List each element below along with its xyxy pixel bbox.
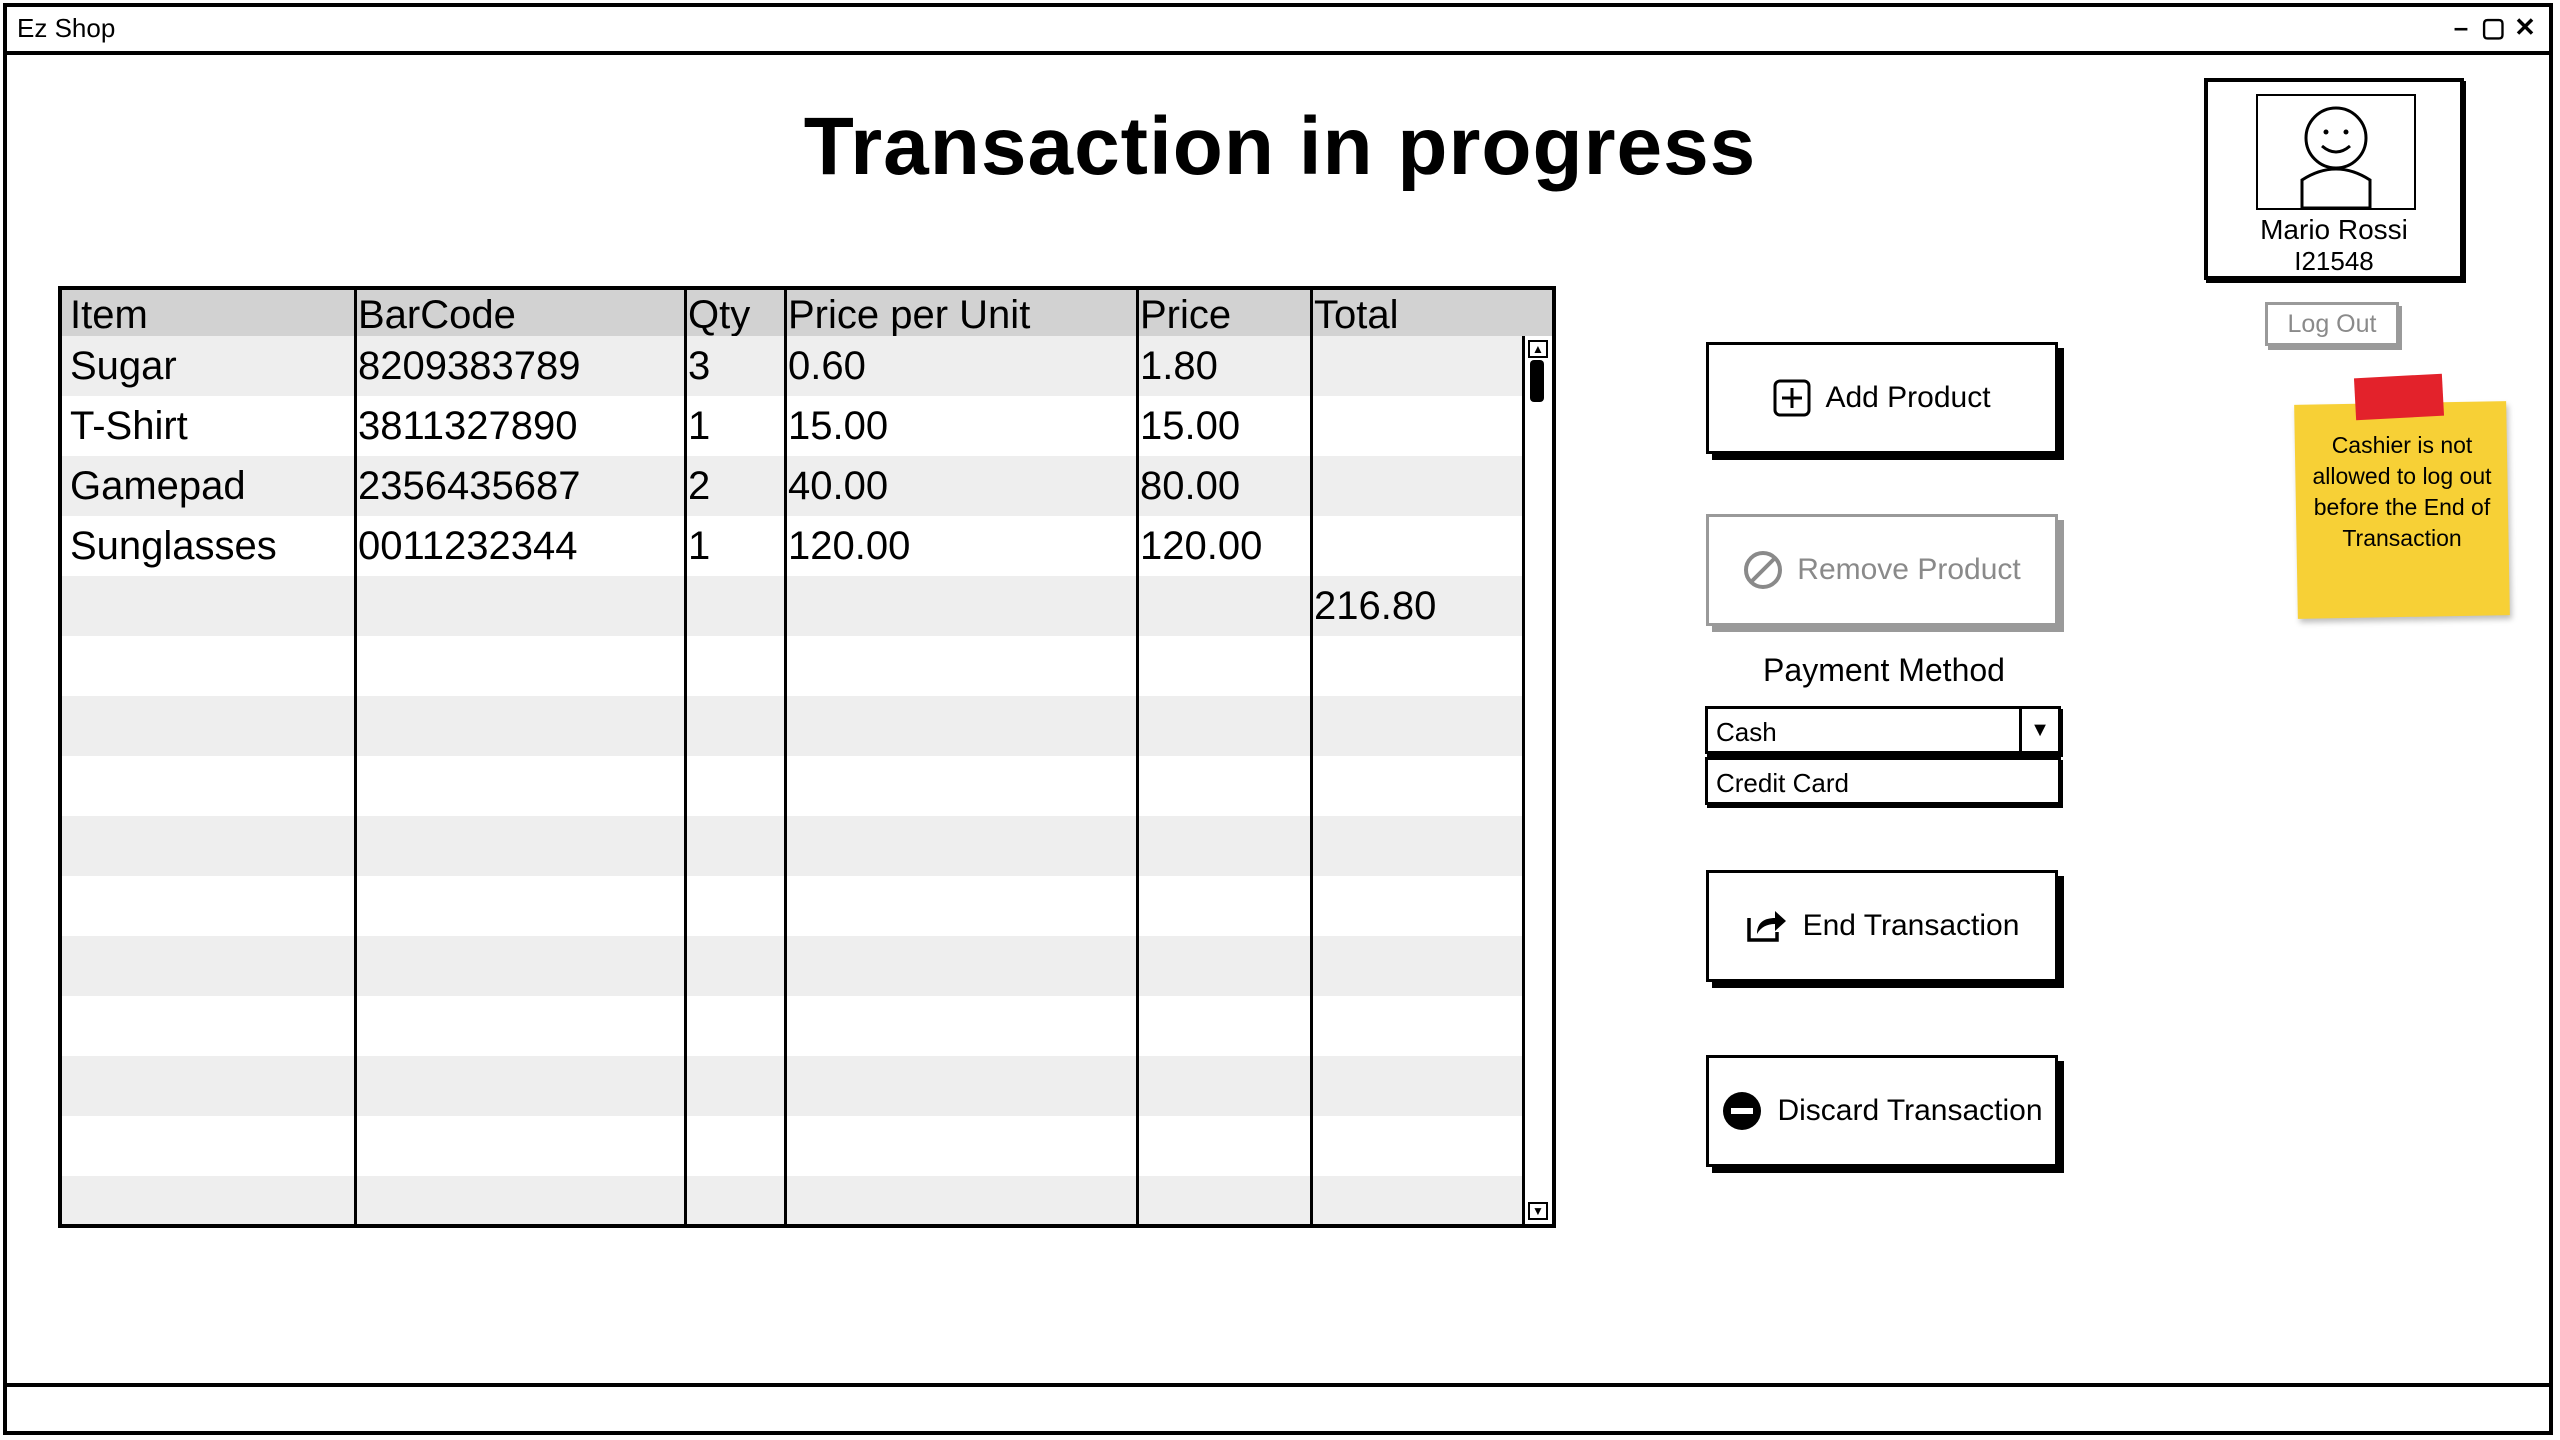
- user-card: Mario Rossi I21548: [2204, 78, 2464, 280]
- cell-unit-price: 120.00: [788, 524, 911, 568]
- log-out-button[interactable]: Log Out: [2265, 302, 2399, 346]
- add-product-button[interactable]: Add Product: [1706, 342, 2058, 454]
- transaction-table: Item BarCode Qty Price per Unit Price To…: [58, 286, 1556, 1228]
- share-arrow-icon: [1745, 906, 1789, 946]
- user-id: I21548: [2294, 246, 2374, 276]
- cell-item: Gamepad: [70, 464, 246, 508]
- table-row-empty[interactable]: [62, 936, 1522, 996]
- end-transaction-button[interactable]: End Transaction: [1706, 870, 2058, 982]
- table-row[interactable]: Gamepad 2356435687 2 40.00 80.00: [62, 456, 1522, 516]
- table-row-empty[interactable]: [62, 1056, 1522, 1116]
- discard-transaction-button[interactable]: Discard Transaction: [1706, 1055, 2058, 1167]
- table-row-empty[interactable]: [62, 636, 1522, 696]
- discard-transaction-label: Discard Transaction: [1777, 1094, 2043, 1127]
- payment-option-label: Credit Card: [1716, 768, 1849, 798]
- user-name: Mario Rossi: [2260, 214, 2408, 245]
- window-title: Ez Shop: [17, 13, 116, 43]
- column-divider: [1136, 290, 1139, 1224]
- close-icon[interactable]: ✕: [2513, 14, 2537, 40]
- table-row-empty[interactable]: [62, 876, 1522, 936]
- scroll-thumb[interactable]: [1530, 360, 1544, 402]
- table-row[interactable]: Sugar 8209383789 3 0.60 1.80: [62, 336, 1522, 396]
- column-header-barcode[interactable]: BarCode: [350, 290, 516, 337]
- add-product-label: Add Product: [1825, 381, 1991, 414]
- column-header-price-per-unit[interactable]: Price per Unit: [780, 290, 1030, 337]
- user-avatar-icon: [2300, 106, 2372, 210]
- cell-price: 1.80: [1140, 344, 1218, 388]
- column-header-total[interactable]: Total: [1306, 290, 1399, 337]
- payment-method-label: Payment Method: [1763, 652, 2005, 688]
- end-transaction-label: End Transaction: [1802, 909, 2020, 942]
- table-row-empty[interactable]: [62, 696, 1522, 756]
- cell-barcode: 3811327890: [358, 404, 578, 448]
- table-row-empty[interactable]: [62, 816, 1522, 876]
- column-header-item[interactable]: Item: [62, 290, 148, 337]
- scroll-down-icon[interactable]: ▼: [1528, 1202, 1548, 1220]
- cell-item: [62, 576, 70, 636]
- table-row-empty[interactable]: [62, 1116, 1522, 1176]
- chevron-down-icon[interactable]: ▼: [2019, 709, 2058, 751]
- cell-item: T-Shirt: [70, 404, 188, 448]
- column-divider: [684, 290, 687, 1224]
- cell-barcode: 0011232344: [358, 524, 578, 568]
- table-row-empty[interactable]: [62, 1176, 1522, 1224]
- column-divider: [784, 290, 787, 1224]
- cell-unit-price: 15.00: [788, 404, 889, 448]
- note-tape: [2353, 373, 2445, 421]
- cell-item: Sunglasses: [70, 524, 277, 568]
- cell-price: 80.00: [1140, 464, 1241, 508]
- cell-total: 216.80: [1314, 584, 1437, 628]
- prohibited-icon: [1743, 550, 1783, 590]
- table-scrollbar[interactable]: ▲ ▼: [1522, 336, 1552, 1224]
- minimize-icon[interactable]: –: [2449, 14, 2473, 40]
- title-bar: Ez Shop – ▢ ✕: [7, 7, 2549, 55]
- remove-product-label: Remove Product: [1797, 553, 2021, 586]
- payment-method-select[interactable]: Cash ▼: [1705, 706, 2061, 754]
- cell-price: 120.00: [1140, 524, 1263, 568]
- cell-unit-price: 40.00: [788, 464, 889, 508]
- table-header: Item BarCode Qty Price per Unit Price To…: [62, 290, 1552, 338]
- table-body: Sugar 8209383789 3 0.60 1.80 T-Shirt 381…: [62, 336, 1522, 1224]
- table-row[interactable]: T-Shirt 3811327890 1 15.00 15.00: [62, 396, 1522, 456]
- status-bar: [7, 1383, 2549, 1431]
- cell-price: 15.00: [1140, 404, 1241, 448]
- page-title: Transaction in progress: [803, 101, 1757, 192]
- cell-unit-price: 0.60: [788, 344, 866, 388]
- cell-barcode: 2356435687: [358, 464, 581, 508]
- scroll-up-icon[interactable]: ▲: [1528, 340, 1548, 358]
- column-divider: [1310, 290, 1313, 1224]
- remove-product-button[interactable]: Remove Product: [1706, 514, 2058, 626]
- plus-square-icon: [1773, 379, 1811, 417]
- payment-method-selected: Cash: [1716, 717, 1777, 747]
- table-row-empty[interactable]: [62, 996, 1522, 1056]
- avatar: [2256, 94, 2416, 210]
- cell-barcode: 8209383789: [358, 344, 581, 388]
- table-row-empty[interactable]: [62, 756, 1522, 816]
- table-row[interactable]: 216.80: [62, 576, 1522, 636]
- column-divider: [354, 290, 357, 1224]
- column-header-qty[interactable]: Qty: [680, 290, 750, 337]
- table-row[interactable]: Sunglasses 0011232344 1 120.00 120.00: [62, 516, 1522, 576]
- cell-item: Sugar: [70, 344, 177, 388]
- sticky-note-text: Cashier is not allowed to log out before…: [2312, 432, 2492, 551]
- window-controls: – ▢ ✕: [2449, 14, 2537, 40]
- column-header-price[interactable]: Price: [1132, 290, 1231, 337]
- payment-option-credit-card[interactable]: Credit Card: [1705, 757, 2061, 805]
- maximize-icon[interactable]: ▢: [2481, 14, 2506, 40]
- minus-circle-icon: [1721, 1090, 1763, 1132]
